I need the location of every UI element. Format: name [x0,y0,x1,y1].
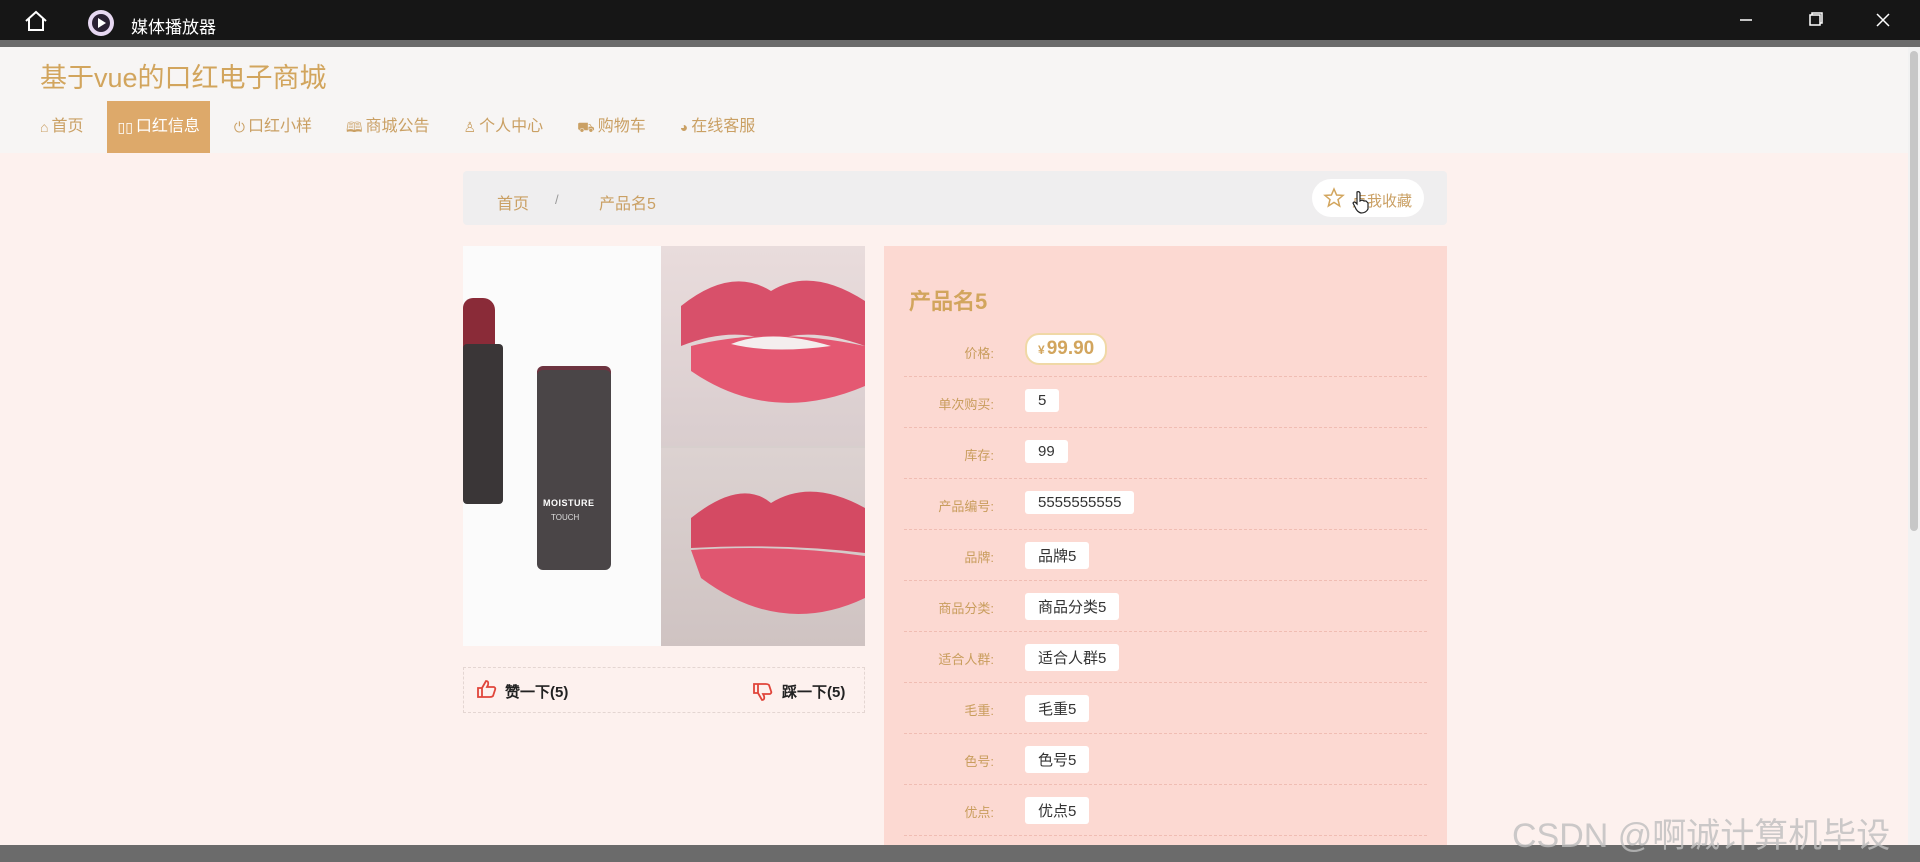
nav-item-home[interactable]: ⌂ 首页 [30,101,93,153]
lips-top [661,246,865,446]
media-player-icon [88,10,114,36]
detail-row: 库存: 99 [904,428,1427,479]
lipstick-photo: MOISTURE TOUCH [463,246,661,646]
breadcrumb-current: 产品名5 [599,196,656,213]
home-icon[interactable] [22,10,50,32]
detail-value: 毛重5 [1025,695,1090,722]
detail-value: 99 [1025,440,1068,463]
like-button[interactable]: 赞一下(5) [505,681,568,702]
dislike-button[interactable]: 踩一下(5) [782,681,845,702]
maximize-icon[interactable] [1800,8,1830,32]
nav-item-lipstick-sample[interactable]: ⏻ 口红小样 [224,101,322,153]
star-icon [1323,187,1345,208]
product-image: MOISTURE TOUCH [463,246,865,646]
book-icon: 🕮 [346,119,363,135]
lips-bottom [661,448,865,646]
hand-cursor-icon [1352,191,1369,214]
detail-label: 色号: [964,754,994,769]
window-titlebar: 媒体播放器 [0,0,1920,40]
detail-value: 色号5 [1025,746,1090,773]
thumbs-down-icon[interactable] [752,682,774,702]
thumbs-up-icon[interactable] [476,679,498,699]
detail-value: 5 [1025,389,1060,412]
detail-row: 产品编号: 5555555555 [904,479,1427,530]
chat-icon: ◕ [679,119,689,135]
breadcrumb-separator: / [555,192,559,207]
breadcrumb: 首页 / 产品名5 点我收藏 [463,171,1447,225]
minimize-icon[interactable] [1731,8,1761,32]
vertical-scrollbar[interactable] [1908,47,1920,847]
breadcrumb-home[interactable]: 首页 [497,190,529,214]
detail-label: 商品分类: [938,601,994,616]
detail-label: 毛重: [964,703,994,718]
detail-row: 适合人群: 适合人群5 [904,632,1427,683]
detail-value: 优点5 [1025,797,1090,824]
detail-value: 5555555555 [1025,491,1135,514]
detail-label: 库存: [964,448,994,463]
product-details: 产品名5 价格: ¥99.90 单次购买: 5 库存: 99 产品编号: 555… [884,246,1447,862]
detail-label: 适合人群: [938,652,994,667]
detail-label: 优点: [964,805,994,820]
lipstick-tube [463,344,503,504]
window-divider [0,40,1920,47]
site-header: 基于vue的口红电子商城 ⌂ 首页 ▯▯ 口红信息 ⏻ 口红小样 🕮 商城公告 ♙ 个人中… [0,47,1920,153]
price-badge: ¥99.90 [1025,333,1108,365]
close-icon[interactable] [1868,8,1898,32]
vote-bar: 赞一下(5) 踩一下(5) [463,667,865,713]
detail-label: 产品编号: [938,499,994,514]
detail-row: 色号: 色号5 [904,734,1427,785]
detail-value: 商品分类5 [1025,593,1120,620]
grid-icon: ▯▯ [117,119,133,135]
cart-icon: ⛟ [577,119,595,135]
detail-row: 优点: 优点5 [904,785,1427,836]
nav-item-label: 个人中心 [479,118,544,135]
image-brand-text: MOISTURE [543,498,595,508]
nav-item-label: 在线客服 [691,118,756,135]
detail-label: 品牌: [964,550,994,565]
detail-value: 品牌5 [1025,542,1090,569]
lipstick-cap: MOISTURE TOUCH [537,370,611,570]
currency-symbol: ¥ [1038,343,1045,357]
price-value: 99.90 [1046,338,1095,359]
detail-row: 毛重: 毛重5 [904,683,1427,734]
main-nav: ⌂ 首页 ▯▯ 口红信息 ⏻ 口红小样 🕮 商城公告 ♙ 个人中心 ⛟ 购物车 ◕ 在线客服 [30,101,779,153]
detail-row: 品牌: 品牌5 [904,530,1427,581]
watermark: CSDN @啊诚计算机毕设 [1512,817,1891,855]
detail-row-price: 价格: ¥99.90 [904,326,1427,377]
nav-item-label: 首页 [51,118,84,135]
detail-row: 商品分类: 商品分类5 [904,581,1427,632]
detail-value: 适合人群5 [1025,644,1120,671]
detail-label: 单次购买: [938,397,994,412]
nav-item-lipstick-info[interactable]: ▯▯ 口红信息 [107,101,210,153]
window-title: 媒体播放器 [131,18,216,37]
nav-item-personal-center[interactable]: ♙ 个人中心 [454,101,554,153]
nav-item-label: 口红小样 [248,118,313,135]
nav-item-customer-service[interactable]: ◕ 在线客服 [670,101,765,153]
image-sub-text: TOUCH [551,513,580,522]
nav-item-cart[interactable]: ⛟ 购物车 [567,101,656,153]
nav-item-label: 购物车 [597,118,646,135]
lipstick-bullet [463,298,495,350]
nav-item-label: 商城公告 [365,118,430,135]
power-icon: ⏻ [233,119,245,135]
detail-row: 单次购买: 5 [904,377,1427,428]
nav-item-label: 口红信息 [135,118,200,135]
detail-label: 价格: [964,346,994,361]
site-title: 基于vue的口红电子商城 [40,63,327,93]
product-name: 产品名5 [909,289,988,314]
nav-item-announcements[interactable]: 🕮 商城公告 [336,101,440,153]
user-icon: ♙ [463,119,477,135]
home-icon: ⌂ [40,119,49,135]
lips-photo [661,246,865,646]
scrollbar-thumb[interactable] [1910,51,1918,531]
